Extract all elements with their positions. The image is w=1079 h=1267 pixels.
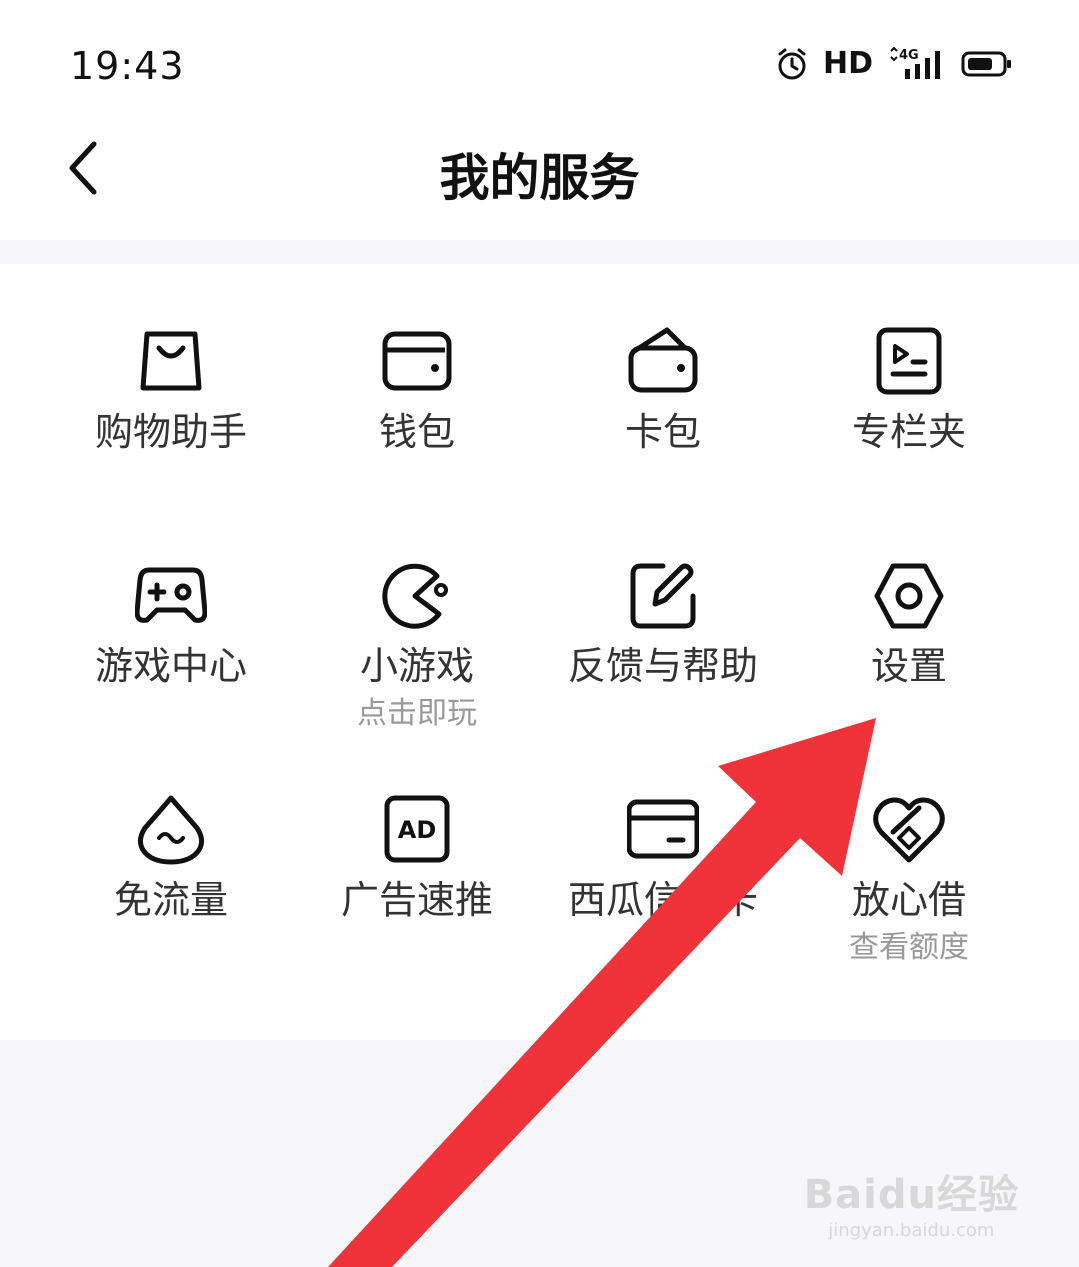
settings-hexagon-icon — [874, 563, 944, 629]
gamepad-icon — [135, 567, 207, 623]
ad-icon-text: AD — [398, 816, 437, 844]
service-label: 免流量 — [113, 878, 228, 922]
water-drop-icon — [137, 795, 205, 865]
hd-indicator: HD — [822, 46, 873, 81]
service-feedback-help[interactable]: 反馈与帮助 — [540, 560, 786, 690]
status-bar: 19:43 HD 4G — [0, 0, 1079, 120]
service-label: 放心借 — [851, 878, 966, 922]
network-type-label: 4G — [899, 48, 919, 63]
pacman-icon — [382, 563, 448, 629]
battery-icon — [961, 51, 1011, 76]
service-label: 反馈与帮助 — [567, 644, 758, 688]
signal-icon: 4G — [890, 46, 940, 79]
service-shopping-assistant[interactable]: 购物助手 — [48, 326, 294, 456]
service-label: 购物助手 — [94, 410, 247, 454]
service-label: 设置 — [870, 644, 947, 688]
service-loan[interactable]: 放心借 查看额度 — [786, 794, 1032, 966]
service-game-center[interactable]: 游戏中心 — [48, 560, 294, 690]
ad-icon: AD — [384, 795, 450, 863]
service-label: 卡包 — [624, 410, 701, 454]
baidu-watermark: Baidu经验 jingyan.baidu.com — [804, 1162, 1019, 1241]
service-settings[interactable]: 设置 — [786, 560, 1032, 690]
credit-card-icon — [627, 799, 699, 859]
edit-icon — [630, 563, 696, 629]
page-title: 我的服务 — [439, 149, 640, 207]
service-wallet[interactable]: 钱包 — [294, 326, 540, 456]
column-folder-icon — [876, 327, 942, 395]
service-column-folder[interactable]: 专栏夹 — [786, 326, 1032, 456]
service-free-data[interactable]: 免流量 — [48, 794, 294, 924]
heart-icon — [873, 797, 945, 863]
watermark-url: jingyan.baidu.com — [828, 1220, 995, 1241]
service-label: 专栏夹 — [851, 410, 966, 454]
service-label: 广告速推 — [340, 878, 493, 922]
card-holder-icon — [628, 327, 698, 393]
wallet-icon — [382, 331, 452, 391]
alarm-icon — [778, 48, 806, 79]
service-mini-games[interactable]: 小游戏 点击即玩 — [294, 560, 540, 732]
service-xigua-credit-card[interactable]: 西瓜信用卡 — [540, 794, 786, 924]
services-grid: 购物助手 钱包 卡包 专栏夹 游戏中心 小游戏 点击即玩 反馈与帮助 设置 免流… — [0, 264, 1079, 1040]
status-time: 19:43 — [70, 44, 185, 88]
service-sublabel: 查看额度 — [849, 930, 969, 965]
service-ad-boost[interactable]: AD 广告速推 — [294, 794, 540, 924]
header-bar: 我的服务 — [0, 120, 1079, 238]
service-label: 西瓜信用卡 — [567, 878, 758, 922]
my-services-page: 19:43 HD 4G 我的服务 购物助手 钱包 卡包 专栏夹 游戏中心 小游戏… — [0, 0, 1079, 1267]
status-icons: HD 4G — [775, 46, 1013, 81]
service-card-holder[interactable]: 卡包 — [540, 326, 786, 456]
service-label: 钱包 — [378, 410, 455, 454]
service-sublabel: 点击即玩 — [357, 696, 477, 731]
service-label: 游戏中心 — [94, 644, 247, 688]
service-label: 小游戏 — [359, 644, 474, 688]
shopping-bag-icon — [140, 331, 202, 391]
section-divider — [0, 240, 1079, 264]
watermark-logo: Baidu经验 — [803, 1172, 1019, 1218]
